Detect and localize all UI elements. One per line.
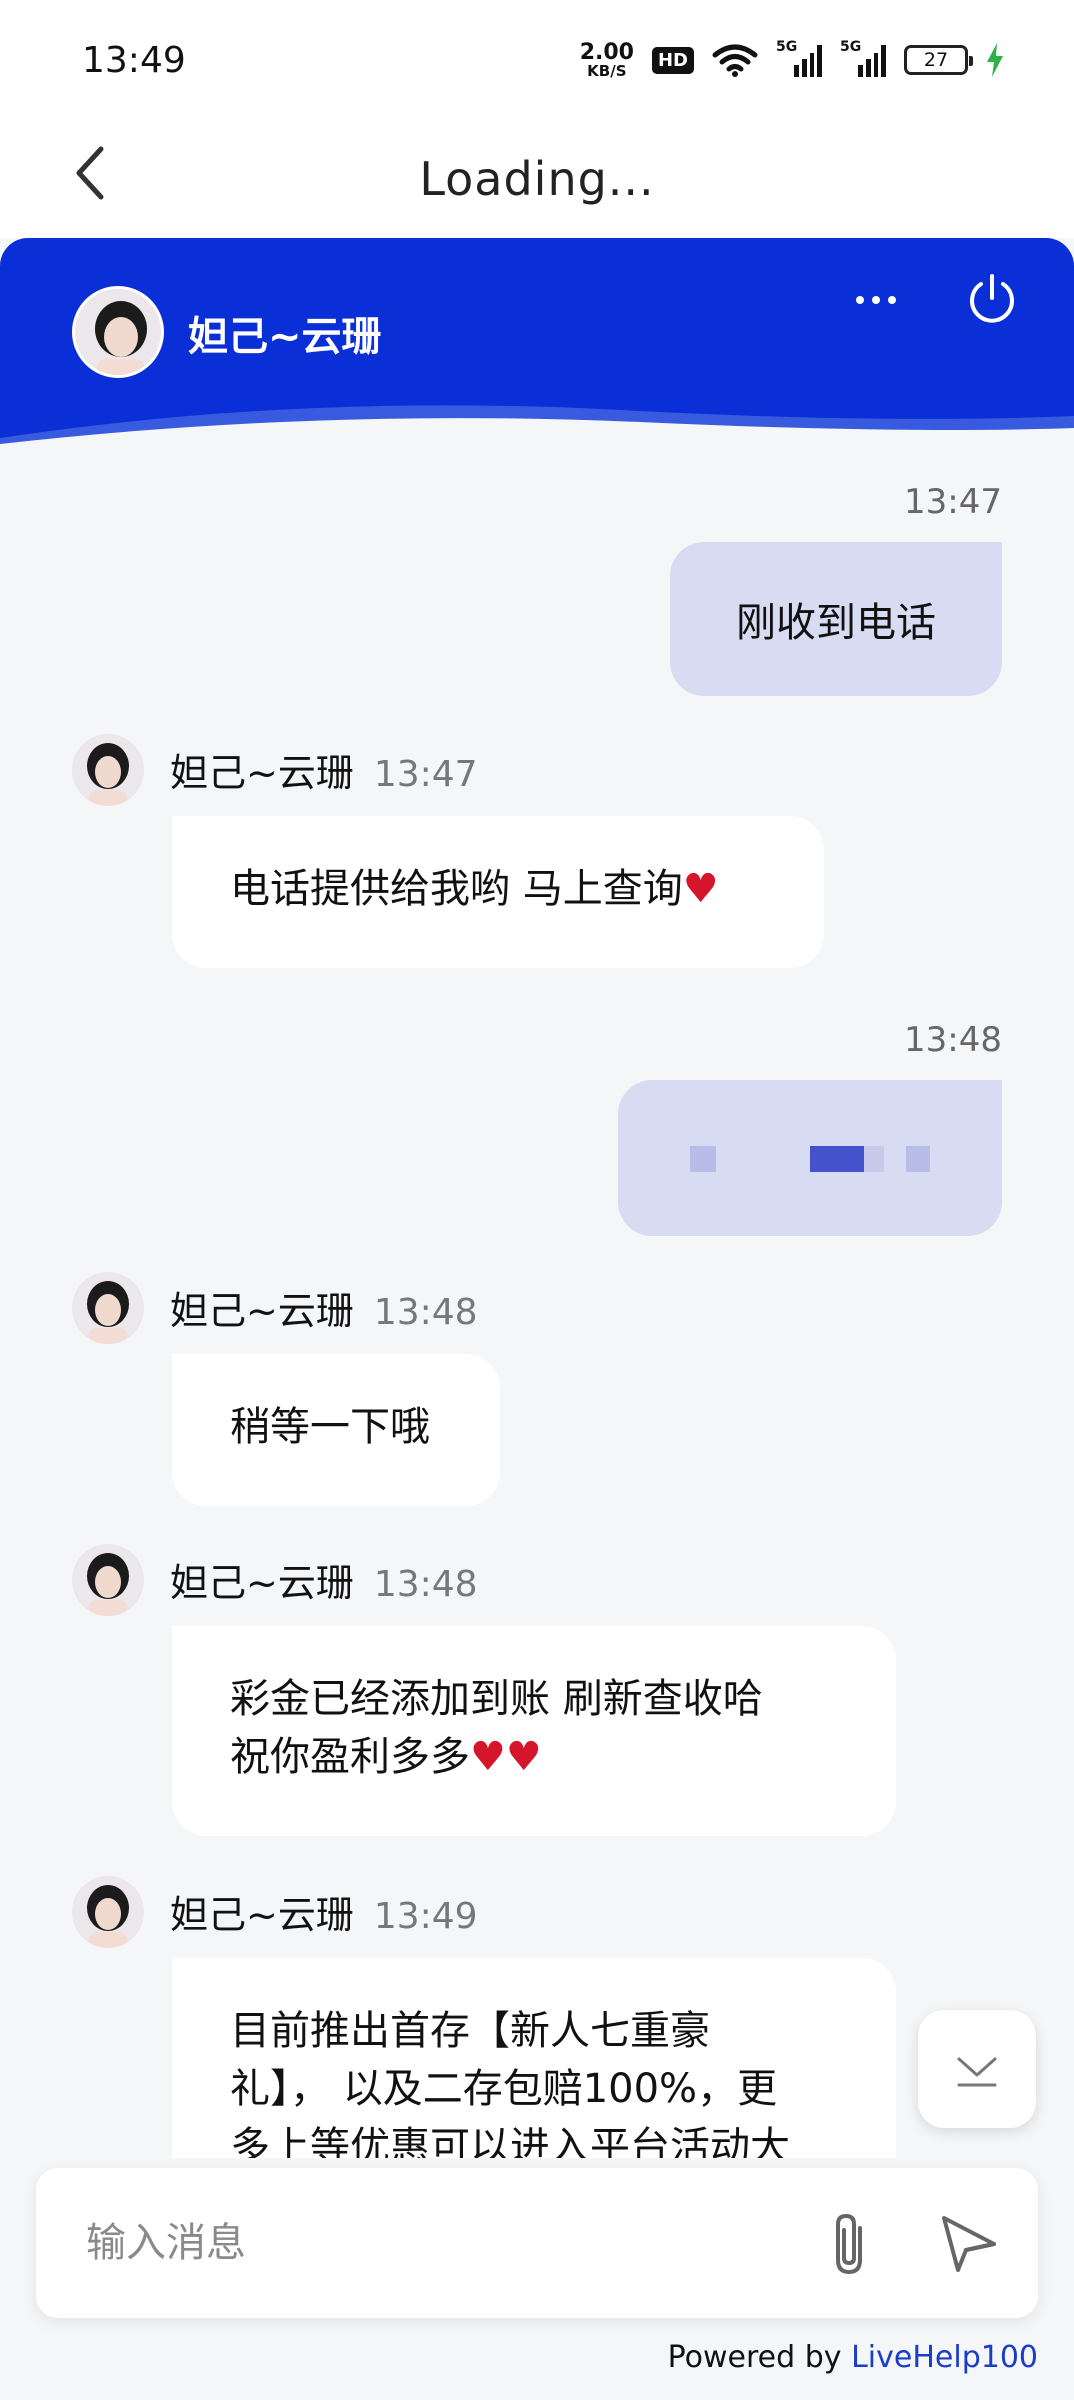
network-speed-unit: KB/S — [587, 61, 627, 80]
sender-name: 妲己~云珊 — [170, 1561, 354, 1605]
agent-avatar — [72, 1876, 144, 1948]
message-composer — [36, 2168, 1038, 2318]
agent-name: 妲己~云珊 — [188, 314, 382, 360]
message-text-line: 礼】， 以及二存包赔100%，更 — [230, 2066, 778, 2112]
incoming-bubble: 彩金已经添加到账 刷新查收哈 祝你盈利多多♥♥ — [172, 1626, 896, 1836]
message-time: 13:49 — [373, 1896, 478, 1937]
battery-level: 27 — [923, 49, 949, 71]
scroll-to-bottom-button[interactable] — [918, 2010, 1036, 2128]
message-text-line: 多上等优惠可以进入平台活动大 — [230, 2124, 790, 2158]
incoming-bubble: 目前推出首存【新人七重豪 礼】， 以及二存包赔100%，更 多上等优惠可以进入平… — [172, 1958, 896, 2158]
page-title: Loading... — [419, 152, 655, 206]
agent-avatar — [72, 1272, 144, 1344]
redacted-content — [690, 1146, 930, 1172]
status-time: 13:49 — [82, 39, 186, 81]
send-icon[interactable] — [934, 2206, 1004, 2280]
message-text: 刚收到电话 — [736, 600, 936, 646]
heart-emoji: ♥ — [470, 1734, 506, 1780]
signal-icon: 5G — [776, 39, 822, 77]
message-text: 电话提供给我哟 马上查询 — [230, 866, 683, 912]
chat-header: 妲己~云珊 — [0, 238, 1074, 448]
header-wave — [0, 405, 1074, 448]
message-meta: 妲己~云珊 13:48 — [170, 1280, 478, 1335]
network-speed-value: 2.00 — [579, 39, 634, 65]
message-list[interactable]: 13:47 刚收到电话 妲己~云珊 13:47 电话提供给我哟 马上查询♥ 13:… — [0, 448, 1074, 2158]
signal-type-label-2: 5G — [840, 39, 862, 55]
status-icons: 2.00 KB/S HD 5G 5G 27 — [579, 39, 1004, 80]
sender-name: 妲己~云珊 — [170, 751, 354, 795]
chevron-left-icon — [76, 146, 104, 200]
signal-icon-2: 5G — [840, 39, 886, 77]
incoming-bubble: 电话提供给我哟 马上查询♥ — [172, 816, 824, 968]
more-button[interactable] — [846, 280, 906, 320]
outgoing-message-redacted — [618, 1080, 1002, 1236]
scroll-to-bottom-icon — [957, 2057, 997, 2087]
hd-icon: HD — [651, 46, 694, 74]
charging-icon — [987, 43, 1003, 77]
message-meta: 妲己~云珊 13:48 — [170, 1552, 478, 1607]
heart-emoji: ♥ — [505, 1734, 542, 1780]
message-text-line: 目前推出首存【新人七重豪 — [230, 2008, 710, 2054]
heart-emoji: ♥ — [682, 866, 719, 912]
message-time: 13:48 — [904, 1020, 1002, 1060]
wifi-icon — [712, 44, 758, 77]
message-time: 13:47 — [904, 482, 1002, 522]
message-text-line: 彩金已经添加到账 刷新查收哈 — [230, 1676, 763, 1722]
message-time: 13:48 — [373, 1292, 478, 1333]
message-time: 13:48 — [373, 1564, 478, 1605]
message-text: 稍等一下哦 — [230, 1404, 430, 1450]
powered-by-label: Powered by — [667, 2340, 842, 2375]
nav-bar: Loading... — [0, 120, 1074, 238]
brand-link[interactable]: LiveHelp100 — [851, 2340, 1038, 2375]
powered-by: Powered by LiveHelp100 — [668, 2340, 1038, 2375]
incoming-bubble: 稍等一下哦 — [172, 1354, 500, 1506]
agent-avatar — [72, 286, 164, 378]
sender-name: 妲己~云珊 — [170, 1893, 354, 1937]
message-input[interactable] — [86, 2206, 786, 2280]
message-meta: 妲己~云珊 13:49 — [170, 1884, 478, 1939]
paperclip-icon[interactable] — [814, 2206, 884, 2280]
sender-name: 妲己~云珊 — [170, 1289, 354, 1333]
network-speed: 2.00 KB/S — [579, 39, 634, 80]
status-bar: 13:49 2.00 KB/S HD 5G 5G 27 — [0, 0, 1074, 120]
message-meta: 妲己~云珊 13:47 — [170, 742, 478, 797]
back-button[interactable] — [56, 138, 126, 208]
outgoing-message: 刚收到电话 — [670, 542, 1002, 696]
message-text-line: 祝你盈利多多 — [230, 1734, 470, 1780]
battery-icon: 27 — [904, 45, 973, 75]
signal-type-label: 5G — [776, 39, 798, 55]
agent-avatar — [72, 734, 144, 806]
power-icon[interactable] — [964, 270, 1020, 326]
message-time: 13:47 — [373, 754, 478, 795]
agent-avatar — [72, 1544, 144, 1616]
